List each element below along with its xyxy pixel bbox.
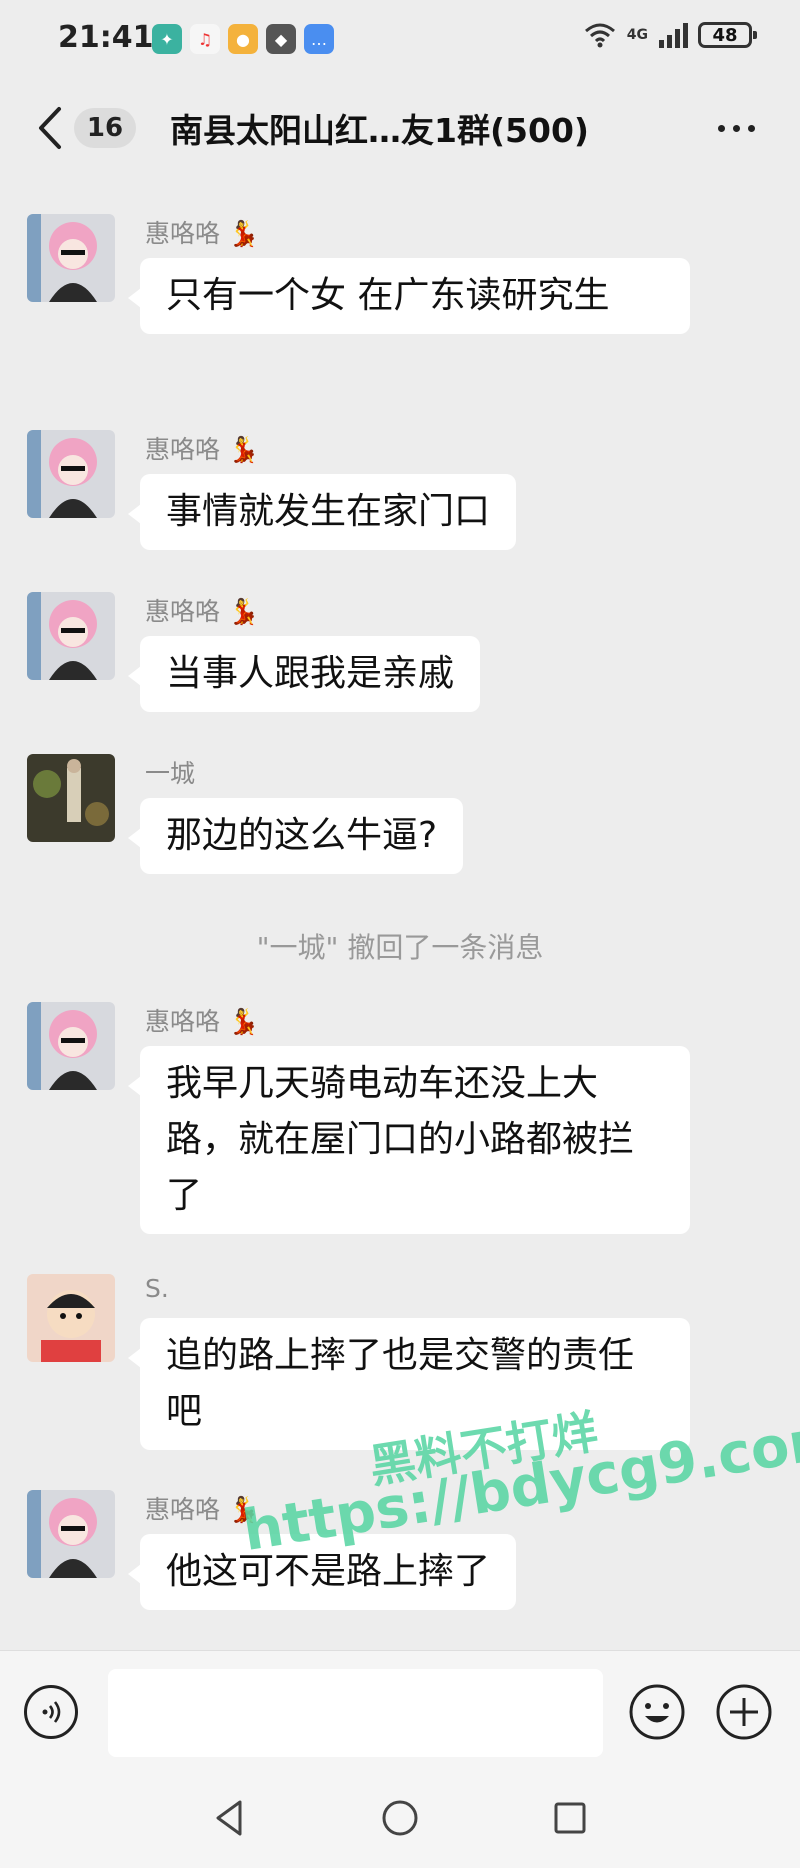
avatar-man-icon bbox=[27, 754, 115, 842]
message-icon: … bbox=[304, 24, 334, 54]
more-dot-icon bbox=[747, 124, 755, 132]
input-bar bbox=[0, 1650, 800, 1769]
avatar[interactable] bbox=[27, 754, 115, 842]
message-bubble[interactable]: 我早几天骑电动车还没上大路，就在屋门口的小路都被拦了 bbox=[128, 1046, 690, 1234]
back-button[interactable] bbox=[30, 98, 70, 158]
sender-name: S. bbox=[145, 1274, 169, 1303]
status-time: 21:41 bbox=[58, 20, 154, 55]
more-dot-icon bbox=[717, 124, 725, 132]
chat-header: 16 南县太阳山红…友1群(500) bbox=[0, 80, 800, 176]
avatar[interactable] bbox=[27, 592, 115, 680]
voice-icon bbox=[42, 1701, 61, 1723]
sender-emoji-icon: 💃 bbox=[227, 1007, 260, 1036]
message-bubble[interactable]: 只有一个女 在广东读研究生 bbox=[128, 258, 690, 334]
chevron-left-icon bbox=[39, 107, 61, 149]
system-nav-bar bbox=[0, 1768, 800, 1868]
music-icon: ♫ bbox=[190, 24, 220, 54]
avatar-girl-icon bbox=[27, 592, 115, 680]
triangle-back-icon bbox=[216, 1800, 242, 1836]
sender-name: 一城 bbox=[145, 759, 196, 788]
sender-name: 惠咯咯 💃 bbox=[145, 1495, 260, 1524]
sender-name: 惠咯咯 💃 bbox=[145, 435, 260, 464]
circle-home-icon bbox=[382, 1800, 418, 1836]
nav-back-button[interactable] bbox=[208, 1796, 252, 1840]
avatar[interactable] bbox=[27, 214, 115, 302]
sender-emoji-icon: 💃 bbox=[227, 435, 260, 464]
network-type: 4G bbox=[626, 27, 648, 43]
emoji-icon bbox=[629, 1684, 685, 1740]
status-bar: 21:41 ✦ ♫ ● ◆ … 4G 48 bbox=[0, 0, 800, 80]
avatar-girl-icon bbox=[27, 430, 115, 518]
sender-name: 惠咯咯 💃 bbox=[145, 1007, 260, 1036]
avatar[interactable] bbox=[27, 1274, 115, 1362]
emoji-button[interactable] bbox=[628, 1683, 686, 1741]
chat-title: 南县太阳山红…友1群(500) bbox=[170, 111, 590, 150]
more-dot-icon bbox=[732, 124, 740, 132]
battery-level: 48 bbox=[712, 24, 738, 46]
message-bubble[interactable]: 当事人跟我是亲戚 bbox=[127, 636, 481, 712]
message-bubble[interactable]: 他这可不是路上摔了 bbox=[127, 1534, 517, 1610]
battery-icon: 48 bbox=[698, 22, 757, 48]
status-right: 4G 48 bbox=[583, 22, 757, 48]
avatar-girl-icon bbox=[27, 214, 115, 302]
signal-icon bbox=[659, 23, 688, 48]
more-options-button[interactable] bbox=[706, 108, 766, 148]
app-icon-1: ✦ bbox=[152, 24, 182, 54]
wifi-icon bbox=[584, 23, 615, 48]
sender-name: 惠咯咯 💃 bbox=[145, 219, 260, 248]
message-input[interactable] bbox=[108, 1669, 603, 1757]
avatar[interactable] bbox=[27, 430, 115, 518]
sender-name: 惠咯咯 💃 bbox=[145, 597, 260, 626]
nav-recents-button[interactable] bbox=[548, 1796, 592, 1840]
avatar[interactable] bbox=[27, 1002, 115, 1090]
avatar-girl-icon bbox=[27, 1002, 115, 1090]
plus-icon bbox=[716, 1684, 772, 1740]
message-bubble[interactable]: 追的路上摔了也是交警的责任吧 bbox=[128, 1318, 690, 1450]
app-icon-4: ◆ bbox=[266, 24, 296, 54]
square-recents-icon bbox=[554, 1802, 586, 1834]
avatar-cartoon-icon bbox=[27, 1274, 115, 1362]
status-app-icons: ✦ ♫ ● ◆ … bbox=[152, 24, 334, 54]
message-bubble[interactable]: 那边的这么牛逼? bbox=[127, 798, 464, 874]
sender-emoji-icon: 💃 bbox=[227, 1495, 260, 1524]
avatar-girl-icon bbox=[27, 1490, 115, 1578]
unread-count-badge[interactable]: 16 bbox=[74, 108, 136, 148]
nav-home-button[interactable] bbox=[378, 1796, 422, 1840]
app-icon-3: ● bbox=[228, 24, 258, 54]
more-actions-button[interactable] bbox=[715, 1683, 773, 1741]
avatar[interactable] bbox=[27, 1490, 115, 1578]
recall-notice: "一城" 撤回了一条消息 bbox=[256, 931, 544, 964]
sender-emoji-icon: 💃 bbox=[227, 219, 260, 248]
message-bubble[interactable]: 事情就发生在家门口 bbox=[127, 474, 517, 550]
sender-emoji-icon: 💃 bbox=[227, 597, 260, 626]
voice-button[interactable] bbox=[24, 1685, 78, 1739]
